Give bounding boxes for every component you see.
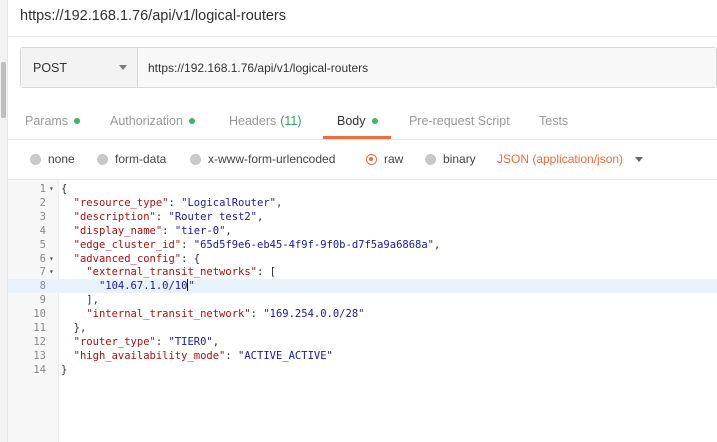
code-text: { [61, 183, 68, 195]
tab-pre-request-script[interactable]: Pre-request Script [409, 114, 510, 128]
line-number: 6 [39, 252, 46, 265]
body-mode-raw[interactable]: raw [366, 152, 403, 166]
code-line[interactable]: 10 "internal_transit_network": "169.254.… [8, 307, 717, 321]
code-line[interactable]: 4 "display_name": "tier-0", [8, 224, 717, 238]
code-line[interactable]: 1 ▾ { [8, 182, 717, 196]
body-mode-form-data[interactable]: form-data [97, 152, 166, 166]
line-number: 11 [33, 322, 46, 334]
code-line[interactable]: 13 "high_availability_mode": "ACTIVE_ACT… [8, 349, 717, 363]
radio-icon [30, 153, 41, 165]
tab-authorization-label: Authorization [110, 114, 183, 128]
code-text: "external_transit_networks": [ [86, 266, 276, 279]
method-dropdown[interactable]: POST [21, 48, 138, 87]
code-text: }, [61, 322, 87, 334]
body-mode-none[interactable]: none [30, 152, 75, 166]
line-number: 2 [39, 196, 46, 209]
fold-toggle-icon[interactable]: ▾ [49, 265, 54, 279]
tab-tests[interactable]: Tests [539, 114, 568, 128]
code-line[interactable]: 11 }, [8, 321, 717, 335]
line-number: 9 [39, 294, 46, 307]
line-number: 8 [39, 280, 46, 293]
code-text: "advanced_config": { [73, 252, 201, 265]
code-line[interactable]: 2 "resource_type": "LogicalRouter", [8, 196, 717, 210]
status-dot-icon [74, 118, 81, 124]
body-mode-urlencoded[interactable]: x-www-form-urlencoded [190, 152, 335, 166]
body-mode-binary-label: binary [443, 152, 476, 166]
content-type-dropdown[interactable]: JSON (application/json) [497, 152, 644, 166]
code-text: } [61, 363, 68, 376]
code-text: "high_availability_mode": "ACTIVE_ACTIVE… [73, 349, 333, 362]
code-text: "display_name": "tier-0", [73, 224, 232, 237]
line-number: 10 [33, 308, 46, 321]
code-text: "router_type": "TIER0", [73, 335, 220, 348]
tab-headers[interactable]: Headers (11) [229, 114, 302, 128]
body-mode-binary[interactable]: binary [425, 152, 476, 166]
chevron-down-icon [635, 156, 644, 162]
divider [8, 36, 717, 37]
line-number: 14 [33, 363, 46, 376]
tab-params[interactable]: Params [25, 114, 81, 128]
code-text: "edge_cluster_id": "65d5f9e6-eb45-4f9f-9… [73, 238, 441, 251]
code-editor[interactable]: 1 ▾{2 "resource_type": "LogicalRouter", 3 … [8, 179, 717, 442]
method-label: POST [33, 60, 68, 75]
line-number: 1 [39, 183, 46, 195]
code-line[interactable]: 9 ], [8, 293, 717, 307]
radio-icon [190, 153, 201, 165]
code-line[interactable]: 8 "104.67.1.0/10" [8, 279, 717, 294]
code-text: "104.67.1.0/10" [98, 279, 195, 293]
tab-tests-label: Tests [539, 114, 569, 128]
radio-selected-icon [366, 153, 377, 165]
tab-headers-label: Headers [229, 114, 277, 128]
radio-icon [97, 153, 108, 165]
content-type-label: JSON (application/json) [497, 152, 624, 166]
radio-icon [425, 153, 436, 165]
body-mode-none-label: none [48, 152, 75, 166]
active-tab-indicator [323, 136, 391, 139]
fold-toggle-icon[interactable]: ▾ [49, 252, 54, 266]
text-cursor [187, 279, 189, 292]
tab-params-label: Params [25, 114, 69, 128]
code-line[interactable]: 14} [8, 363, 717, 377]
status-dot-icon [188, 118, 195, 124]
tab-body-label: Body [337, 114, 366, 128]
tab-pre-request-script-label: Pre-request Script [409, 114, 510, 128]
code-text: "description": "Router test2", [73, 210, 264, 223]
request-tabs: Params Authorization Headers (11) Body P… [8, 104, 717, 140]
code-line[interactable]: 6 ▾ "advanced_config": { [8, 252, 717, 266]
left-scroll-strip[interactable] [0, 0, 8, 442]
code-text: "internal_transit_network": "169.254.0.0… [86, 308, 365, 321]
chevron-down-icon [119, 65, 127, 70]
code-line[interactable]: 12 "router_type": "TIER0", [8, 335, 717, 349]
line-number: 7 [39, 266, 46, 279]
code-line[interactable]: 5 "edge_cluster_id": "65d5f9e6-eb45-4f9f… [8, 238, 717, 252]
fold-toggle-icon[interactable]: ▾ [49, 182, 54, 196]
left-scroll-thumb[interactable] [1, 62, 6, 118]
line-number: 13 [33, 349, 46, 362]
body-mode-options: none form-data x-www-form-urlencoded raw… [8, 146, 717, 174]
code-line[interactable]: 3 "description": "Router test2", [8, 210, 717, 224]
code-text: ], [61, 294, 99, 307]
line-number: 4 [39, 224, 46, 237]
code-line[interactable]: 7 ▾ "external_transit_networks": [ [8, 265, 717, 279]
status-dot-icon [371, 118, 378, 124]
body-mode-urlencoded-label: x-www-form-urlencoded [208, 152, 336, 166]
tab-body[interactable]: Body [337, 114, 378, 128]
body-mode-raw-label: raw [384, 152, 404, 166]
url-input[interactable] [138, 48, 716, 87]
tab-headers-count: (11) [280, 114, 302, 128]
body-mode-form-data-label: form-data [115, 152, 167, 166]
request-bar: POST [20, 47, 717, 88]
line-number: 5 [39, 238, 46, 251]
line-number: 12 [33, 335, 46, 348]
line-number: 3 [39, 210, 46, 223]
code-text: "resource_type": "LogicalRouter", [73, 196, 283, 209]
tab-authorization[interactable]: Authorization [110, 114, 195, 128]
request-title: https://192.168.1.76/api/v1/logical-rout… [20, 8, 286, 24]
